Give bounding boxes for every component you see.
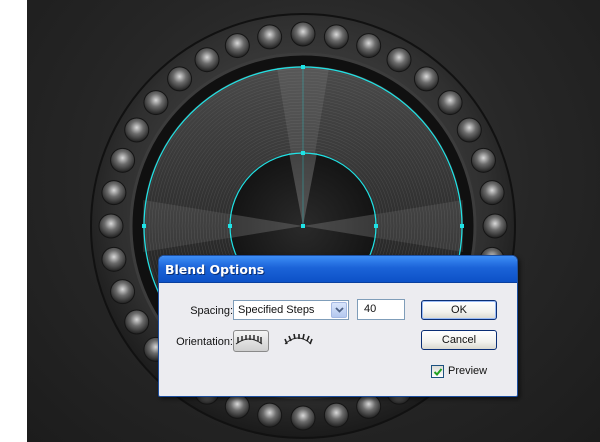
preview-label: Preview (448, 365, 488, 377)
dialog-titlebar[interactable]: Blend Options (159, 256, 517, 283)
ring-dimple (482, 213, 508, 239)
preview-checkbox[interactable] (431, 365, 444, 378)
blend-options-dialog: Blend Options Spacing: Specified Steps 4… (158, 255, 518, 397)
ring-dimple (413, 66, 439, 92)
ring-dimple (290, 405, 316, 431)
ring-dimple (479, 180, 505, 206)
align-to-page-button[interactable] (233, 330, 269, 352)
ring-dimple (290, 21, 316, 47)
ring-dimple (110, 279, 136, 305)
spacing-label: Spacing: (190, 305, 233, 317)
artboard-canvas[interactable]: Blend Options Spacing: Specified Steps 4… (27, 0, 600, 442)
spacing-steps-input[interactable]: 40 (357, 299, 405, 320)
align-to-path-button[interactable] (282, 330, 318, 352)
ring-dimple (356, 393, 382, 419)
spacing-selected-value: Specified Steps (238, 304, 315, 316)
ring-dimple (124, 309, 150, 335)
checkmark-icon (433, 368, 443, 376)
ring-dimple (98, 213, 124, 239)
ring-dimple (167, 66, 193, 92)
ring-dimple (470, 147, 496, 173)
ring-dimple (456, 117, 482, 143)
align-to-path-icon (284, 333, 313, 345)
ring-dimple (101, 246, 127, 272)
ring-dimple (101, 180, 127, 206)
dialog-title: Blend Options (165, 262, 265, 277)
ring-dimple (323, 24, 349, 50)
ok-button[interactable]: OK (421, 300, 497, 320)
ring-dimple (143, 90, 169, 116)
ring-dimple (323, 402, 349, 428)
ring-dimple (224, 33, 250, 59)
spacing-dropdown[interactable]: Specified Steps (233, 300, 349, 320)
dropdown-arrow-button[interactable] (331, 302, 347, 318)
ring-dimple (257, 402, 283, 428)
ring-dimple (356, 33, 382, 59)
ring-dimple (194, 47, 220, 73)
ring-dimple (437, 90, 463, 116)
orientation-label: Orientation: (176, 336, 233, 348)
cancel-button[interactable]: Cancel (421, 330, 497, 350)
align-to-page-icon (235, 335, 263, 345)
chevron-down-icon (335, 307, 344, 313)
ring-dimple (257, 24, 283, 50)
ring-dimple (386, 47, 412, 73)
ring-dimple (224, 393, 250, 419)
ring-dimple (124, 117, 150, 143)
ring-dimple (110, 147, 136, 173)
